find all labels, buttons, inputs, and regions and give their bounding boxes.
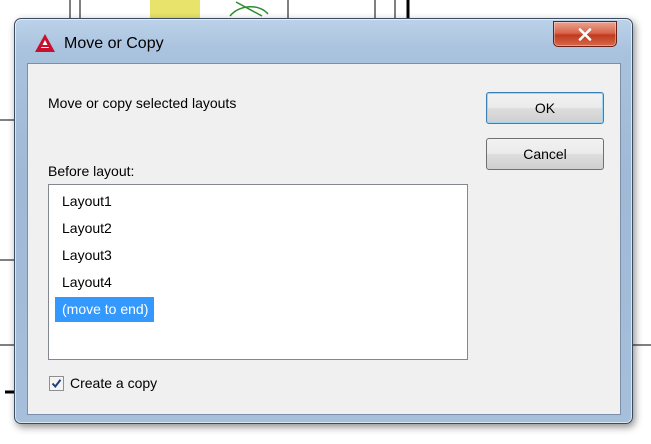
dialog-title: Move or Copy xyxy=(64,35,164,52)
autocad-app-icon xyxy=(35,34,55,52)
list-item-layout2[interactable]: Layout2 xyxy=(55,216,118,241)
list-item-layout4[interactable]: Layout4 xyxy=(55,270,118,295)
create-copy-label: Create a copy xyxy=(70,375,158,391)
before-layout-label: Before layout: xyxy=(48,163,135,179)
ok-button[interactable]: OK xyxy=(486,92,604,124)
checkmark-icon xyxy=(51,378,62,388)
close-button[interactable] xyxy=(553,21,617,47)
cancel-button[interactable]: Cancel xyxy=(486,138,604,170)
list-item-layout1[interactable]: Layout1 xyxy=(55,189,118,214)
prompt-text: Move or copy selected layouts xyxy=(48,95,237,111)
create-copy-option[interactable]: Create a copy xyxy=(49,374,157,392)
list-item-move-to-end[interactable]: (move to end) xyxy=(55,297,155,322)
layout-listbox[interactable]: Layout1 Layout2 Layout3 Layout4 (move to… xyxy=(48,184,468,360)
move-or-copy-dialog: Move or Copy Move or copy selected layou… xyxy=(14,18,633,424)
close-icon xyxy=(578,27,592,41)
title-bar[interactable]: Move or Copy xyxy=(15,19,632,57)
create-copy-checkbox[interactable] xyxy=(49,375,64,391)
list-item-layout3[interactable]: Layout3 xyxy=(55,243,118,268)
dialog-client-area: Move or copy selected layouts Before lay… xyxy=(27,63,621,415)
